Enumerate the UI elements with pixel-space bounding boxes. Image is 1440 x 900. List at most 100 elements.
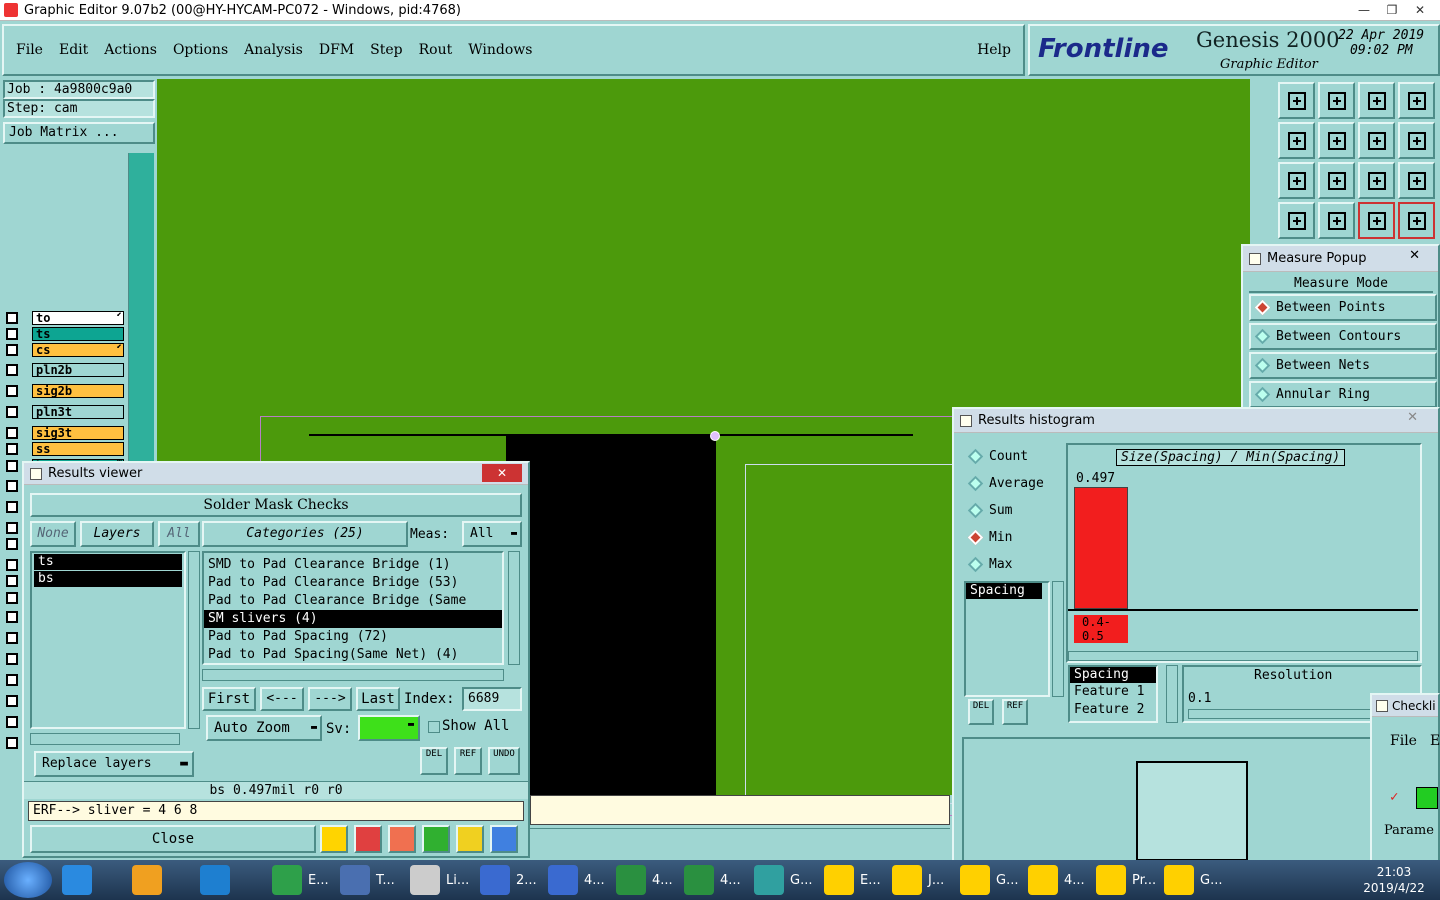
maximize-button[interactable]: ❐ bbox=[1378, 0, 1406, 20]
category-item[interactable]: Pad to Pad Clearance Bridge (Same bbox=[204, 592, 502, 610]
close-button[interactable]: ✕ bbox=[1406, 0, 1434, 20]
category-item[interactable]: Pad to Pad Spacing(Same Net) (4) bbox=[204, 646, 502, 664]
menu-edit[interactable]: Edit bbox=[59, 42, 88, 58]
histogram-radio-average[interactable]: Average bbox=[964, 470, 1064, 497]
layer-row-pln2b[interactable]: pln2b bbox=[6, 362, 124, 377]
measure-option-3[interactable]: Annular Ring bbox=[1249, 381, 1437, 408]
layer-edit-icon[interactable] bbox=[1398, 202, 1435, 239]
window-icon[interactable] bbox=[1398, 82, 1435, 119]
taskbar-item[interactable]: Pr... bbox=[1096, 862, 1156, 898]
sv-color-dropdown[interactable]: ▬ bbox=[358, 715, 420, 741]
settings-icon[interactable] bbox=[1278, 202, 1315, 239]
layers-all-button[interactable]: All bbox=[158, 521, 200, 547]
export-icon[interactable] bbox=[1318, 82, 1355, 119]
layer-checkbox[interactable] bbox=[6, 673, 18, 686]
layer-checkbox[interactable] bbox=[6, 442, 18, 455]
layer-checkbox[interactable] bbox=[6, 652, 18, 665]
layer-checkbox[interactable] bbox=[6, 736, 18, 749]
pan-left-icon[interactable] bbox=[1278, 122, 1315, 159]
layer-checkbox[interactable] bbox=[6, 537, 18, 550]
layer-select-icon[interactable] bbox=[1358, 202, 1395, 239]
layer-checkbox[interactable] bbox=[6, 574, 18, 587]
histogram-list-item[interactable]: Spacing bbox=[966, 583, 1042, 599]
taskbar-item[interactable]: E... bbox=[272, 862, 329, 898]
layer-list-hscroll[interactable] bbox=[30, 733, 180, 745]
last-button[interactable]: Last bbox=[356, 687, 400, 711]
menu-windows[interactable]: Windows bbox=[468, 42, 532, 58]
layer-checkbox[interactable] bbox=[6, 558, 18, 571]
layer-name[interactable]: sig3t bbox=[32, 425, 124, 440]
category-item[interactable]: SM slivers (4) bbox=[204, 610, 502, 628]
layer-checkbox[interactable] bbox=[6, 694, 18, 707]
taskbar-pinned-app[interactable] bbox=[132, 862, 168, 898]
taskbar-item[interactable]: 4... bbox=[1028, 862, 1085, 898]
chart-icon[interactable] bbox=[490, 825, 518, 853]
home-icon[interactable] bbox=[1358, 82, 1395, 119]
categories-button[interactable]: Categories (25) bbox=[202, 521, 408, 547]
histogram-close-button[interactable]: ✕ bbox=[1407, 410, 1418, 425]
taskbar-item[interactable]: 4... bbox=[684, 862, 741, 898]
taskbar-item[interactable]: T... bbox=[340, 862, 395, 898]
index-field[interactable]: 6689 bbox=[462, 687, 522, 711]
step12-icon[interactable] bbox=[422, 825, 450, 853]
layer-row-to[interactable]: to ⬋ bbox=[6, 310, 124, 325]
menu-help[interactable]: Help bbox=[977, 42, 1011, 58]
feature-list-scrollbar[interactable] bbox=[1166, 665, 1178, 723]
flip-icon[interactable] bbox=[1358, 122, 1395, 159]
layer-checkbox[interactable] bbox=[6, 426, 18, 439]
layer-name[interactable]: ts bbox=[32, 326, 124, 341]
probe-icon[interactable] bbox=[1318, 202, 1355, 239]
question-icon[interactable] bbox=[1398, 162, 1435, 199]
histogram-radio-count[interactable]: Count bbox=[964, 443, 1064, 470]
layers-none-button[interactable]: None bbox=[30, 521, 76, 547]
layer-checkbox[interactable] bbox=[6, 384, 18, 397]
histogram-del-button[interactable]: DEL bbox=[968, 699, 994, 725]
category-hscroll[interactable] bbox=[202, 669, 504, 681]
layers-button[interactable]: Layers bbox=[80, 521, 154, 547]
histogram-radio-sum[interactable]: Sum bbox=[964, 497, 1064, 524]
taskbar-item[interactable]: E... bbox=[824, 862, 881, 898]
taskbar-pinned-app[interactable] bbox=[62, 862, 98, 898]
taskbar-item[interactable]: J... bbox=[892, 862, 944, 898]
tray-clock[interactable]: 21:03 2019/4/22 bbox=[1354, 864, 1434, 896]
first-button[interactable]: First bbox=[202, 687, 256, 711]
results-close-button[interactable]: Close bbox=[30, 825, 316, 853]
histogram-radio-min[interactable]: Min bbox=[964, 524, 1064, 551]
menu-rout[interactable]: Rout bbox=[419, 42, 453, 58]
taskbar-item[interactable]: G... bbox=[754, 862, 812, 898]
prev-button[interactable]: <--- bbox=[260, 687, 304, 711]
category-scrollbar[interactable] bbox=[508, 551, 520, 665]
layer-name[interactable]: sig2b bbox=[32, 383, 124, 398]
histogram-ref-button[interactable]: REF bbox=[1002, 699, 1028, 725]
measure-option-2[interactable]: Between Nets bbox=[1249, 352, 1437, 379]
taskbar-item[interactable]: 4... bbox=[616, 862, 673, 898]
taskbar-item[interactable]: G... bbox=[960, 862, 1018, 898]
layer-checkbox[interactable] bbox=[6, 610, 18, 623]
category-item[interactable]: Pad to Pad Clearance Bridge (53) bbox=[204, 574, 502, 592]
layer-row-sig2b[interactable]: sig2b bbox=[6, 383, 124, 398]
taskbar-item[interactable]: Li... bbox=[410, 862, 469, 898]
layer-name[interactable]: to bbox=[32, 310, 124, 325]
pan-right-icon[interactable] bbox=[1318, 122, 1355, 159]
layer-checkbox[interactable] bbox=[6, 631, 18, 644]
layer-checkbox[interactable] bbox=[6, 500, 18, 513]
taskbar-item[interactable]: G... bbox=[1164, 862, 1222, 898]
layer-checkbox[interactable] bbox=[6, 715, 18, 728]
feature-spacing[interactable]: Spacing bbox=[1070, 667, 1156, 683]
layer-name[interactable]: pln2b bbox=[32, 362, 124, 377]
export-icon[interactable] bbox=[354, 825, 382, 853]
layer-row-ts[interactable]: ts bbox=[6, 326, 124, 341]
layer-checkbox[interactable] bbox=[6, 591, 18, 604]
category-item[interactable]: SMD to Pad Clearance Bridge (1) bbox=[204, 556, 502, 574]
auto-zoom-dropdown[interactable]: Auto Zoom ▬ bbox=[206, 715, 322, 741]
zoom-center-icon[interactable] bbox=[1318, 162, 1355, 199]
undo-button[interactable]: UNDO bbox=[488, 747, 520, 775]
layer-checkbox[interactable] bbox=[6, 327, 18, 340]
layer-checkbox[interactable] bbox=[6, 363, 18, 376]
next-button[interactable]: ---> bbox=[308, 687, 352, 711]
layer-row-cs[interactable]: cs ⬋ bbox=[6, 342, 124, 357]
measure-option-0[interactable]: Between Points bbox=[1249, 294, 1437, 321]
menu-step[interactable]: Step bbox=[370, 42, 402, 58]
flag-icon[interactable] bbox=[320, 825, 348, 853]
layer-name[interactable]: cs bbox=[32, 342, 124, 357]
